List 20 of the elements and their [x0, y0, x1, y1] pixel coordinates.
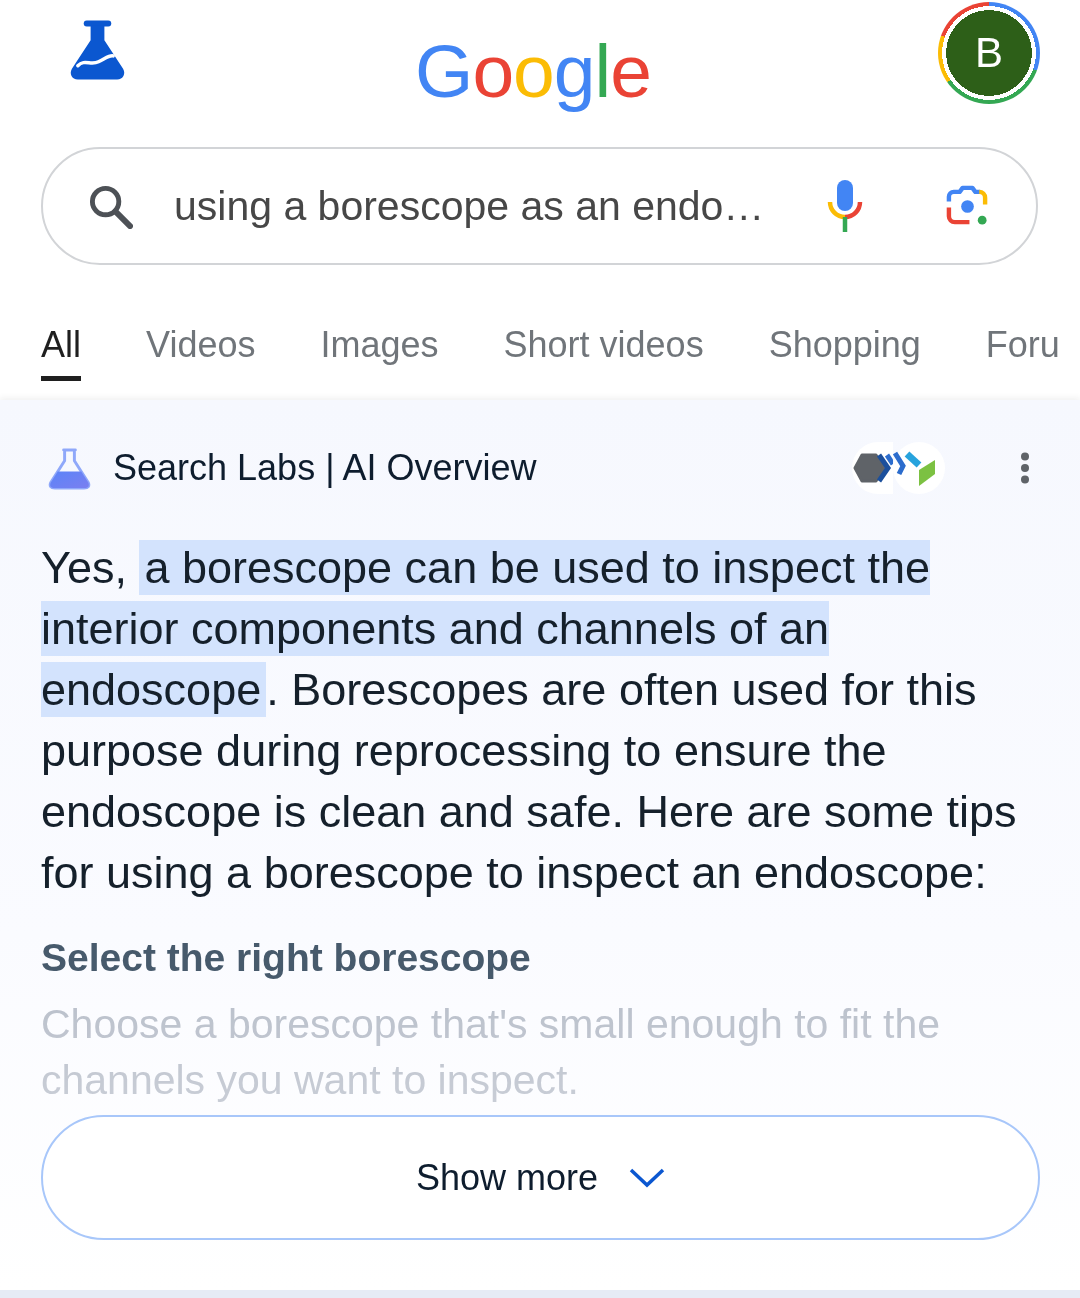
more-options-icon[interactable] — [1018, 452, 1032, 484]
show-more-button[interactable]: Show more — [41, 1115, 1040, 1240]
tab[interactable]: Shopping — [768, 310, 921, 381]
leaf-logo-icon[interactable] — [893, 442, 945, 494]
section-text: Choose a borescope that's small enough to fit the channels you want to inspect. — [41, 1000, 941, 1105]
section-heading: Select the right borescope — [41, 935, 532, 981]
microphone-icon[interactable] — [826, 180, 864, 232]
flask-icon — [47, 446, 92, 490]
chevron-down-icon — [629, 1167, 666, 1188]
tab[interactable]: Images — [320, 310, 439, 381]
account-avatar[interactable]: B — [938, 2, 1040, 104]
chevron-logo-icon[interactable] — [852, 442, 893, 494]
ai-overview-title: Search Labs | AI Overview — [113, 447, 537, 489]
search-icon[interactable] — [88, 183, 133, 229]
ai-overview-text: Yes, a borescope can be used to inspect the interior components and channels of an endoscope. Borescopes are often used for this purpose during reprocessing to ensure the endoscope is clean and safe. Here are some tips for using a borescope to inspect an endoscope: — [41, 539, 1018, 900]
tab[interactable]: Foru — [985, 310, 1060, 381]
tab[interactable]: Short videos — [503, 310, 704, 381]
search-field[interactable]: using a borescope as an endo… — [41, 147, 1038, 265]
tab[interactable]: Videos — [146, 310, 256, 381]
tab[interactable]: All — [41, 310, 81, 381]
